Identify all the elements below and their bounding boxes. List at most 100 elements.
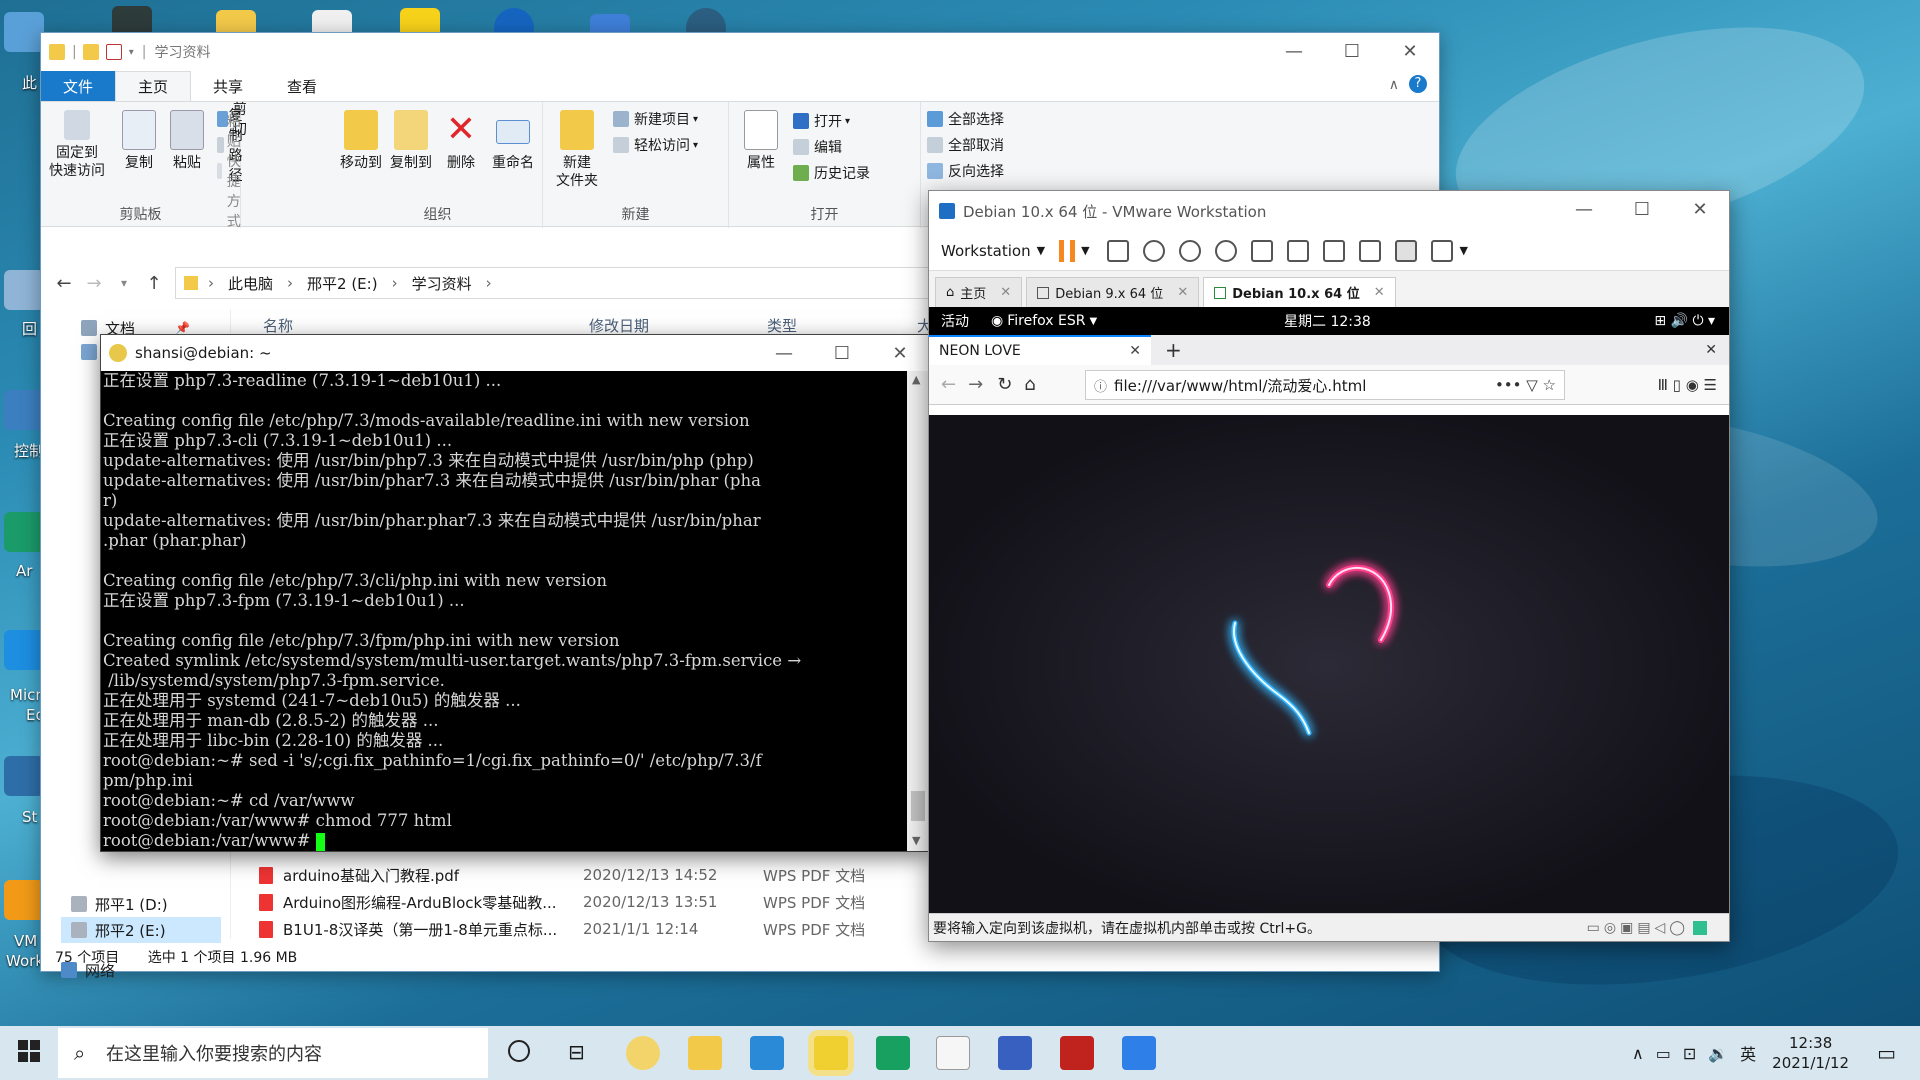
tab-debian-10[interactable]: Debian 10.x 64 位 ✕ [1203, 277, 1396, 307]
page-actions-icon[interactable]: ••• ▽ ☆ [1495, 376, 1556, 394]
snapshot-manager-icon[interactable] [1214, 239, 1237, 262]
minimize-button[interactable]: — [1265, 33, 1323, 69]
new-tab-icon[interactable]: + [1165, 338, 1182, 362]
arduino-icon[interactable] [4, 512, 44, 552]
maximize-button[interactable]: ☐ [1613, 191, 1671, 227]
recycle-bin-icon[interactable] [4, 270, 44, 310]
pin-quick-access-button[interactable]: 固定到 快速访问 [47, 110, 107, 180]
start-button[interactable] [18, 1040, 40, 1062]
clock[interactable]: 12:38 2021/1/12 [1772, 1033, 1849, 1073]
minimize-button[interactable]: — [1555, 191, 1613, 227]
history-button[interactable]: 历史记录 [793, 162, 870, 184]
terminal-output[interactable]: 正在设置 php7.3-readline (7.3.19-1~deb10u1) … [103, 371, 903, 851]
copy-to-button[interactable]: 复制到 [387, 110, 435, 172]
select-none-button[interactable]: 全部取消 [927, 134, 1004, 156]
properties-button[interactable]: 属性 [737, 110, 785, 172]
invert-selection-button[interactable]: 反向选择 [927, 160, 1004, 182]
scrollbar[interactable]: ▲ ▼ [907, 371, 929, 851]
taskbar-app-icon[interactable] [626, 1036, 660, 1070]
this-pc-icon[interactable] [4, 12, 44, 52]
toolbar-icons[interactable]: Ⅲ ▯ ◉ ☰ [1658, 376, 1717, 394]
chevron-down-icon[interactable]: ▼ [1037, 244, 1045, 257]
unity-icon[interactable] [1358, 239, 1381, 262]
easy-access-button[interactable]: 轻松访问 ▾ [613, 134, 698, 156]
putty-taskbar-icon[interactable] [998, 1036, 1032, 1070]
network-icon[interactable]: ⊡ [1683, 1044, 1696, 1063]
url-bar[interactable]: ⓘ file:///var/www/html/流动爱心.html ••• ▽ ☆ [1085, 370, 1565, 400]
column-header-name[interactable]: 名称 [263, 315, 293, 336]
copy-button[interactable]: 复制 [115, 110, 163, 172]
open-button[interactable]: 打开 ▾ [793, 110, 850, 132]
select-all-button[interactable]: 全部选择 [927, 108, 1004, 130]
scrollbar-thumb[interactable] [911, 791, 925, 821]
breadcrumb-drive-e[interactable]: 邢平2 (E:) [307, 273, 378, 294]
clock[interactable]: 星期二 12:38 [1284, 311, 1371, 331]
stretch-icon[interactable] [1430, 239, 1453, 262]
close-icon[interactable]: ✕ [1129, 343, 1141, 359]
typora-taskbar-icon[interactable] [936, 1036, 970, 1070]
chevron-down-icon[interactable]: ▾ [129, 47, 134, 58]
properties-check-icon[interactable] [105, 44, 122, 60]
chevron-down-icon[interactable]: ▼ [1460, 244, 1468, 257]
chevron-down-icon[interactable]: ▼ [1089, 316, 1097, 327]
minimize-button[interactable]: — [755, 335, 813, 371]
notification-icon[interactable]: ▭ [1877, 1041, 1896, 1065]
rename-button[interactable]: 重命名 [489, 110, 537, 172]
file-row[interactable]: B1U1-8汉译英（第一册1-8单元重点标... 2021/1/1 12:14 WP… [259, 916, 865, 942]
close-icon[interactable]: ✕ [1177, 285, 1188, 300]
column-header-type[interactable]: 类型 [767, 315, 797, 336]
library-view-icon[interactable] [1250, 239, 1273, 262]
new-folder-button[interactable]: 新建 文件夹 [551, 110, 603, 190]
system-menu[interactable]: ⊞ 🔊 ⏻ ▾ [1654, 313, 1715, 329]
help-icon[interactable]: ? [1409, 75, 1427, 93]
vmware-icon[interactable] [4, 880, 44, 920]
tab-debian-9[interactable]: Debian 9.x 64 位 ✕ [1026, 277, 1200, 307]
back-arrow-icon[interactable]: ← [941, 374, 956, 395]
delete-button[interactable]: ✕ 删除 [437, 110, 485, 172]
nav-item-drive-d[interactable]: 邢平1 (D:) [71, 891, 168, 917]
audio-app-taskbar-icon[interactable] [814, 1036, 848, 1070]
file-explorer-taskbar-icon[interactable] [688, 1036, 722, 1070]
app-menu[interactable]: Firefox ESR [1007, 313, 1085, 329]
firefox-tab[interactable]: NEON LOVE ✕ [929, 335, 1151, 365]
info-icon[interactable]: ⓘ [1094, 376, 1107, 395]
maximize-button[interactable]: ☐ [813, 335, 871, 371]
breadcrumb-this-pc[interactable]: 此电脑 [228, 273, 273, 294]
h-app-taskbar-icon[interactable] [876, 1036, 910, 1070]
activities-button[interactable]: 活动 [941, 311, 969, 331]
send-ctrl-alt-del-icon[interactable] [1106, 239, 1129, 262]
device-icons[interactable]: ▭◎▣▤◁◯ [1587, 920, 1689, 936]
tab-home[interactable]: ⌂ 主页 ✕ [935, 277, 1023, 307]
filezilla-taskbar-icon[interactable] [1060, 1036, 1094, 1070]
wps-taskbar-icon[interactable] [1122, 1036, 1156, 1070]
control-panel-icon[interactable] [4, 390, 44, 430]
console-icon[interactable] [1394, 239, 1417, 262]
home-icon[interactable]: ⌂ [1024, 374, 1035, 395]
address-bar[interactable]: › 此电脑 › 邢平2 (E:) › 学习资料 › [175, 267, 935, 299]
new-item-button[interactable]: 新建项目 ▾ [613, 108, 698, 130]
revert-snapshot-icon[interactable] [1178, 239, 1201, 262]
breadcrumb-folder[interactable]: 学习资料 [412, 273, 472, 294]
collapse-ribbon-icon[interactable]: ∧ [1389, 77, 1399, 93]
close-window-icon[interactable]: ✕ [1705, 342, 1717, 358]
up-arrow-icon[interactable]: ↑ [139, 273, 169, 294]
close-button[interactable]: ✕ [1381, 33, 1439, 69]
close-icon[interactable]: ✕ [1000, 285, 1011, 300]
close-button[interactable]: ✕ [1671, 191, 1729, 227]
cortana-icon[interactable] [508, 1040, 530, 1062]
workstation-menu[interactable]: Workstation [941, 242, 1031, 260]
chevron-down-icon[interactable]: ▼ [1081, 244, 1089, 257]
chevron-up-icon[interactable]: ∧ [1632, 1044, 1644, 1063]
maximize-button[interactable]: ☐ [1323, 33, 1381, 69]
move-to-button[interactable]: 移动到 [337, 110, 385, 172]
terminal-window[interactable]: shansi@debian: ~ — ☐ ✕ 正在设置 php7.3-readl… [100, 334, 930, 852]
volume-icon[interactable]: 🔉 [1708, 1044, 1728, 1063]
battery-icon[interactable]: ▭ [1656, 1044, 1671, 1063]
back-arrow-icon[interactable]: ← [49, 273, 79, 294]
task-view-icon[interactable]: ⊟ [568, 1040, 585, 1064]
close-icon[interactable]: ✕ [1374, 285, 1385, 300]
snapshot-icon[interactable] [1142, 239, 1165, 262]
notes-icon[interactable] [1693, 920, 1707, 935]
tab-home[interactable]: 主页 [115, 71, 192, 101]
edge-icon[interactable] [4, 630, 44, 670]
